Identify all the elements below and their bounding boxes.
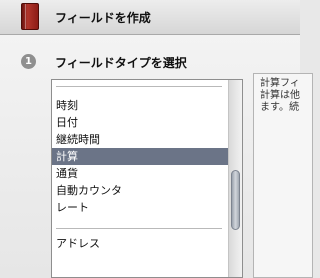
field-type-date[interactable]: 日付 — [52, 114, 228, 131]
list-separator — [52, 80, 228, 93]
field-type-calculation[interactable]: 計算 — [52, 148, 228, 165]
list-scrollbar[interactable] — [228, 80, 242, 277]
description-line: ます。続 — [260, 102, 299, 113]
dialog-content: 1 フィールドタイプを選択 時刻 日付 継続時間 計算 通貨 自動カウンタ レー… — [0, 35, 313, 278]
book-icon — [21, 3, 39, 30]
description-line: 計算は他 — [260, 90, 300, 101]
field-type-auto-counter[interactable]: 自動カウンタ — [52, 182, 228, 199]
page-title: フィールドを作成 — [55, 11, 151, 25]
scrollbar-thumb[interactable] — [231, 170, 240, 230]
field-type-address[interactable]: アドレス — [52, 235, 228, 252]
field-type-time[interactable]: 時刻 — [52, 97, 228, 114]
list-separator — [52, 222, 228, 235]
dialog-header: フィールドを作成 — [0, 0, 300, 35]
description-panel: 計算フィ 計算は他 ます。続 — [253, 73, 313, 278]
step-title: フィールドタイプを選択 — [55, 56, 187, 70]
field-type-currency[interactable]: 通貨 — [52, 165, 228, 182]
field-type-rating[interactable]: レート — [52, 199, 228, 216]
field-type-duration[interactable]: 継続時間 — [52, 131, 228, 148]
field-type-list[interactable]: 時刻 日付 継続時間 計算 通貨 自動カウンタ レート アドレス — [51, 79, 243, 278]
description-line: 計算フィ — [260, 78, 300, 89]
step-number-badge: 1 — [21, 54, 36, 69]
